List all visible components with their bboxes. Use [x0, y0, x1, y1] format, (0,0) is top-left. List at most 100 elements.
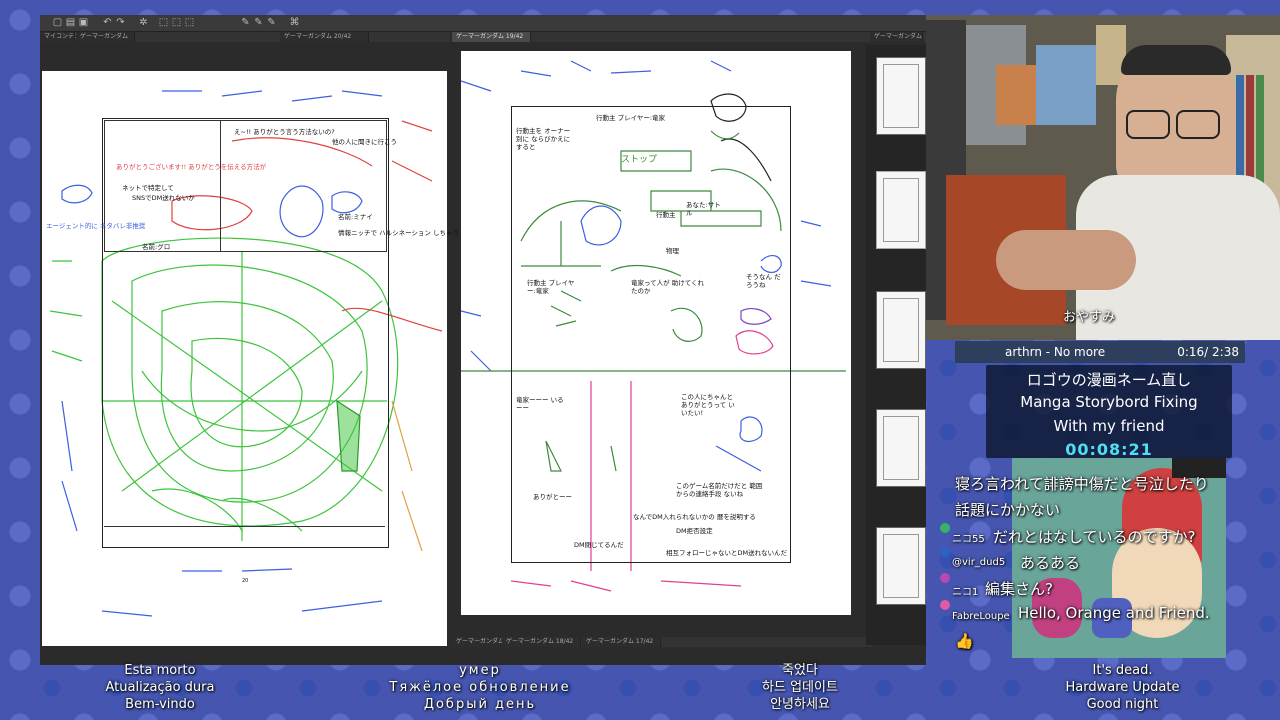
left-balloon-9: エージェント的に ネタバレ非推奨 [46, 222, 146, 230]
right-tabbar: ゲーマーガンダム 19/42 [452, 32, 872, 42]
subtitle-line: Good night [1086, 697, 1159, 712]
crop-icon[interactable]: ⬚ [184, 17, 195, 28]
webcam-feed [926, 15, 1280, 340]
tab-5[interactable]: ゲーマーガンダム [870, 32, 923, 42]
subtitle-line: It's dead. [1092, 663, 1153, 678]
bottom-tab-3[interactable]: ゲーマーガンダム 17/42 [582, 637, 661, 647]
right-balloon-9: そうなん だろうね [746, 273, 781, 289]
user-avatar [940, 523, 950, 533]
track-time: 0:16/ 2:38 [1177, 345, 1239, 359]
thumbnail[interactable] [876, 409, 926, 487]
far-tabbar: ゲーマーガンダム [870, 32, 926, 42]
track-title: arthrn - No more [1005, 345, 1106, 359]
undo-icon[interactable]: ↶ [102, 17, 113, 28]
bottom-tab-2[interactable]: ゲーマーガンダム 18/42 [502, 637, 581, 647]
right-balloon-15: DM拒否設定 [676, 527, 713, 535]
webcam-caption: おやすみ [1063, 310, 1116, 325]
stream-title-overlay: ロゴウの漫画ネーム直し Manga Storybord Fixing With … [986, 365, 1232, 459]
thumbnail[interactable] [876, 527, 926, 605]
subtitle-line: Hardware Update [1065, 680, 1180, 695]
thumbs-up-emoji: 👍 [955, 632, 974, 650]
chat-message: 寝ろ言われて誹謗中傷だと号泣したり [955, 475, 1209, 493]
left-balloon-5: SNSでDM送れないか [132, 194, 195, 202]
redo-icon[interactable]: ↷ [115, 17, 126, 28]
subtitle-line: Atualização dura [105, 680, 215, 695]
right-balloon-2: 行動主を オーナー別に ならびかえにすると [516, 127, 571, 151]
right-balloon-4: あなた:サトル [686, 201, 721, 217]
right-balloon-7: 行動主 プレイヤー:竜家 [527, 279, 575, 295]
page-thumbnails [866, 45, 926, 645]
right-balloon-11: この人にちゃんと ありがとうって いいたい! [681, 393, 735, 417]
subtitle-line: 안녕하세요 [770, 697, 830, 712]
bottom-tab-1[interactable]: ゲーマーガンダム [452, 637, 504, 647]
left-balloon-3: ありがとうございます!! ありがとうを伝える方法が [116, 163, 267, 171]
right-balloon-8: 竜家って人が 助けてくれたのか [631, 279, 705, 295]
right-canvas[interactable]: 行動主 プレイヤー:竜家 行動主を オーナー別に ならびかえにすると ストップ … [461, 51, 851, 615]
right-balloon-1: 行動主 プレイヤー:竜家 [596, 114, 666, 122]
chat-username: @vir_dud5 [952, 557, 1006, 568]
user-avatar [940, 600, 950, 610]
subtitle-portuguese: Esta morto Atualização dura Bem-vindo [60, 662, 260, 720]
left-balloon-1: え~!! ありがとう言う方法ないの? [234, 128, 335, 136]
chat-username: ニコ55 [952, 534, 985, 545]
now-playing-bar: arthrn - No more 0:16/ 2:38 [955, 341, 1245, 363]
bottom-tabbar: ゲーマーガンダム ゲーマーガンダム 18/42 ゲーマーガンダム 17/42 [452, 637, 872, 647]
tab-2[interactable]: ゲーマーガンダム [76, 32, 135, 42]
app-toolbar: ▢ ▤ ▣ ↶ ↷ ✲ ⬚ ⬚ ⬚ ✎ ✎ ✎ ⌘ [40, 15, 926, 32]
right-balloon-6: 物理 [666, 247, 679, 255]
left-balloon-4: ネットで特定して [122, 184, 174, 192]
user-avatar [940, 547, 950, 557]
tab-3[interactable]: ゲーマーガンダム 20/42 [280, 32, 369, 42]
transform-icon[interactable]: ⬚ [171, 17, 182, 28]
overlay-title-en: Manga Storybord Fixing [1020, 393, 1198, 411]
select-icon[interactable]: ⬚ [158, 17, 169, 28]
left-tabbar: マイコンテンツ ゲーマーガンダム ゲーマーガンダム 20/42 [40, 32, 450, 42]
chat-message: Hello, Orange and Friend. [1018, 604, 1210, 622]
pencil-icon[interactable]: ✎ [253, 17, 264, 28]
chat-message: 話題にかかない [955, 501, 1061, 519]
chat-username: FabreLoupe [952, 611, 1010, 622]
link-icon[interactable]: ⌘ [289, 17, 300, 28]
right-balloon-10: 竜家ーーー いるーー [516, 396, 564, 412]
drawing-app-window: ▢ ▤ ▣ ↶ ↷ ✲ ⬚ ⬚ ⬚ ✎ ✎ ✎ ⌘ マイコンテンツ ゲーマーガン… [40, 15, 926, 665]
right-balloon-16: DM閉じてるんだ [574, 541, 624, 549]
stream-timer: 00:08:21 [1065, 440, 1153, 459]
chat-message: 編集さん? [985, 580, 1053, 598]
subtitle-line: Esta morto [124, 663, 196, 678]
tab-active[interactable]: ゲーマーガンダム 19/42 [452, 32, 531, 42]
subtitle-line: Bem-vindo [125, 697, 195, 712]
right-balloon-3: ストップ [621, 155, 658, 165]
overlay-title-jp: ロゴウの漫画ネーム直し [1026, 371, 1192, 389]
brush-icon[interactable]: ✎ [266, 17, 277, 28]
user-avatar [940, 573, 950, 583]
chat-message: だれとはなしているのですか? [993, 528, 1196, 546]
left-canvas[interactable]: え~!! ありがとう言う方法ないの? 他の人に聞きに行こう ありがとうございます… [42, 71, 459, 646]
right-balloon-12: ありがとーー [533, 493, 572, 501]
save-icon[interactable]: ▣ [78, 17, 89, 28]
thumbnail[interactable] [876, 171, 926, 249]
left-page-number: 20 [242, 578, 249, 584]
open-icon[interactable]: ▤ [65, 17, 76, 28]
new-file-icon[interactable]: ▢ [52, 17, 63, 28]
subtitle-line: Добрый день [423, 697, 537, 712]
settings-icon[interactable]: ✲ [138, 17, 149, 28]
tab-1[interactable]: マイコンテンツ [40, 32, 86, 42]
chat-username: ニコ1 [952, 587, 979, 598]
right-balloon-13: このゲーム名前だけだと 範囲からの連絡手段 ないね [676, 482, 763, 498]
left-balloon-8: 名前:グロ [142, 243, 171, 251]
subtitle-line: 죽었다 [782, 663, 818, 678]
thumbnail[interactable] [876, 291, 926, 369]
subtitle-russian: умер Тяжёлое обновление Добрый день [330, 662, 630, 720]
thumbnail[interactable] [876, 57, 926, 135]
chat-message: あるある [1020, 554, 1081, 572]
subtitle-english: It's dead. Hardware Update Good night [1020, 662, 1225, 720]
subtitle-line: Тяжёлое обновление [389, 680, 571, 695]
left-panel-divider [104, 526, 385, 529]
subtitle-line: умер [459, 663, 501, 678]
subtitle-korean: 죽었다 하드 업데이트 안녕하세요 [700, 662, 900, 720]
right-balloon-14: なんでDM入れられないかの 暦を説明する [633, 513, 756, 521]
pen-icon[interactable]: ✎ [240, 17, 251, 28]
subtitle-line: 하드 업데이트 [762, 680, 838, 695]
left-balloon-7: 情報ニッチで ハルシネーション しちゃう [338, 229, 460, 237]
left-balloon-6: 名前:ミナイ [338, 213, 373, 221]
